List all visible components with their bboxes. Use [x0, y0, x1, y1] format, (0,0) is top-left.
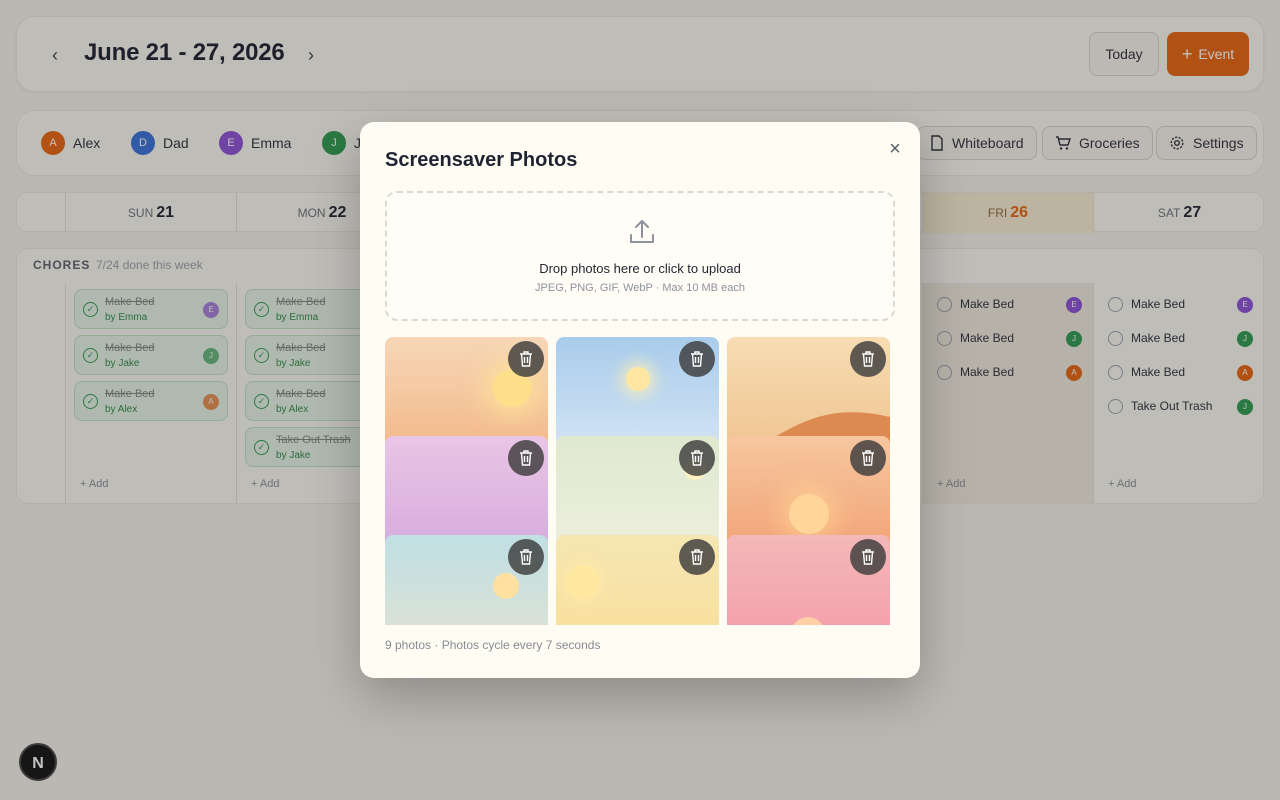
screensaver-photos-modal: Screensaver Photos × Drop photos here or… — [360, 122, 920, 678]
trash-icon[interactable] — [679, 440, 715, 476]
trash-icon[interactable] — [850, 539, 886, 575]
dropzone-instruction: Drop photos here or click to upload — [539, 261, 741, 276]
trash-icon[interactable] — [679, 539, 715, 575]
trash-icon[interactable] — [850, 440, 886, 476]
trash-icon[interactable] — [508, 341, 544, 377]
photo-thumbnail[interactable] — [727, 535, 890, 625]
photo-count-status: 9 photos · Photos cycle every 7 seconds — [385, 638, 601, 652]
photo-thumbnail[interactable] — [556, 535, 719, 625]
close-icon[interactable]: × — [884, 138, 906, 160]
trash-icon[interactable] — [508, 440, 544, 476]
trash-icon[interactable] — [850, 341, 886, 377]
modal-title: Screensaver Photos — [385, 149, 578, 171]
photo-grid — [385, 337, 895, 625]
upload-icon — [630, 220, 654, 243]
photo-dropzone[interactable]: Drop photos here or click to upload JPEG… — [385, 191, 895, 321]
trash-icon[interactable] — [508, 539, 544, 575]
photo-thumbnail[interactable] — [385, 535, 548, 625]
dropzone-hint: JPEG, PNG, GIF, WebP · Max 10 MB each — [535, 282, 745, 294]
trash-icon[interactable] — [679, 341, 715, 377]
